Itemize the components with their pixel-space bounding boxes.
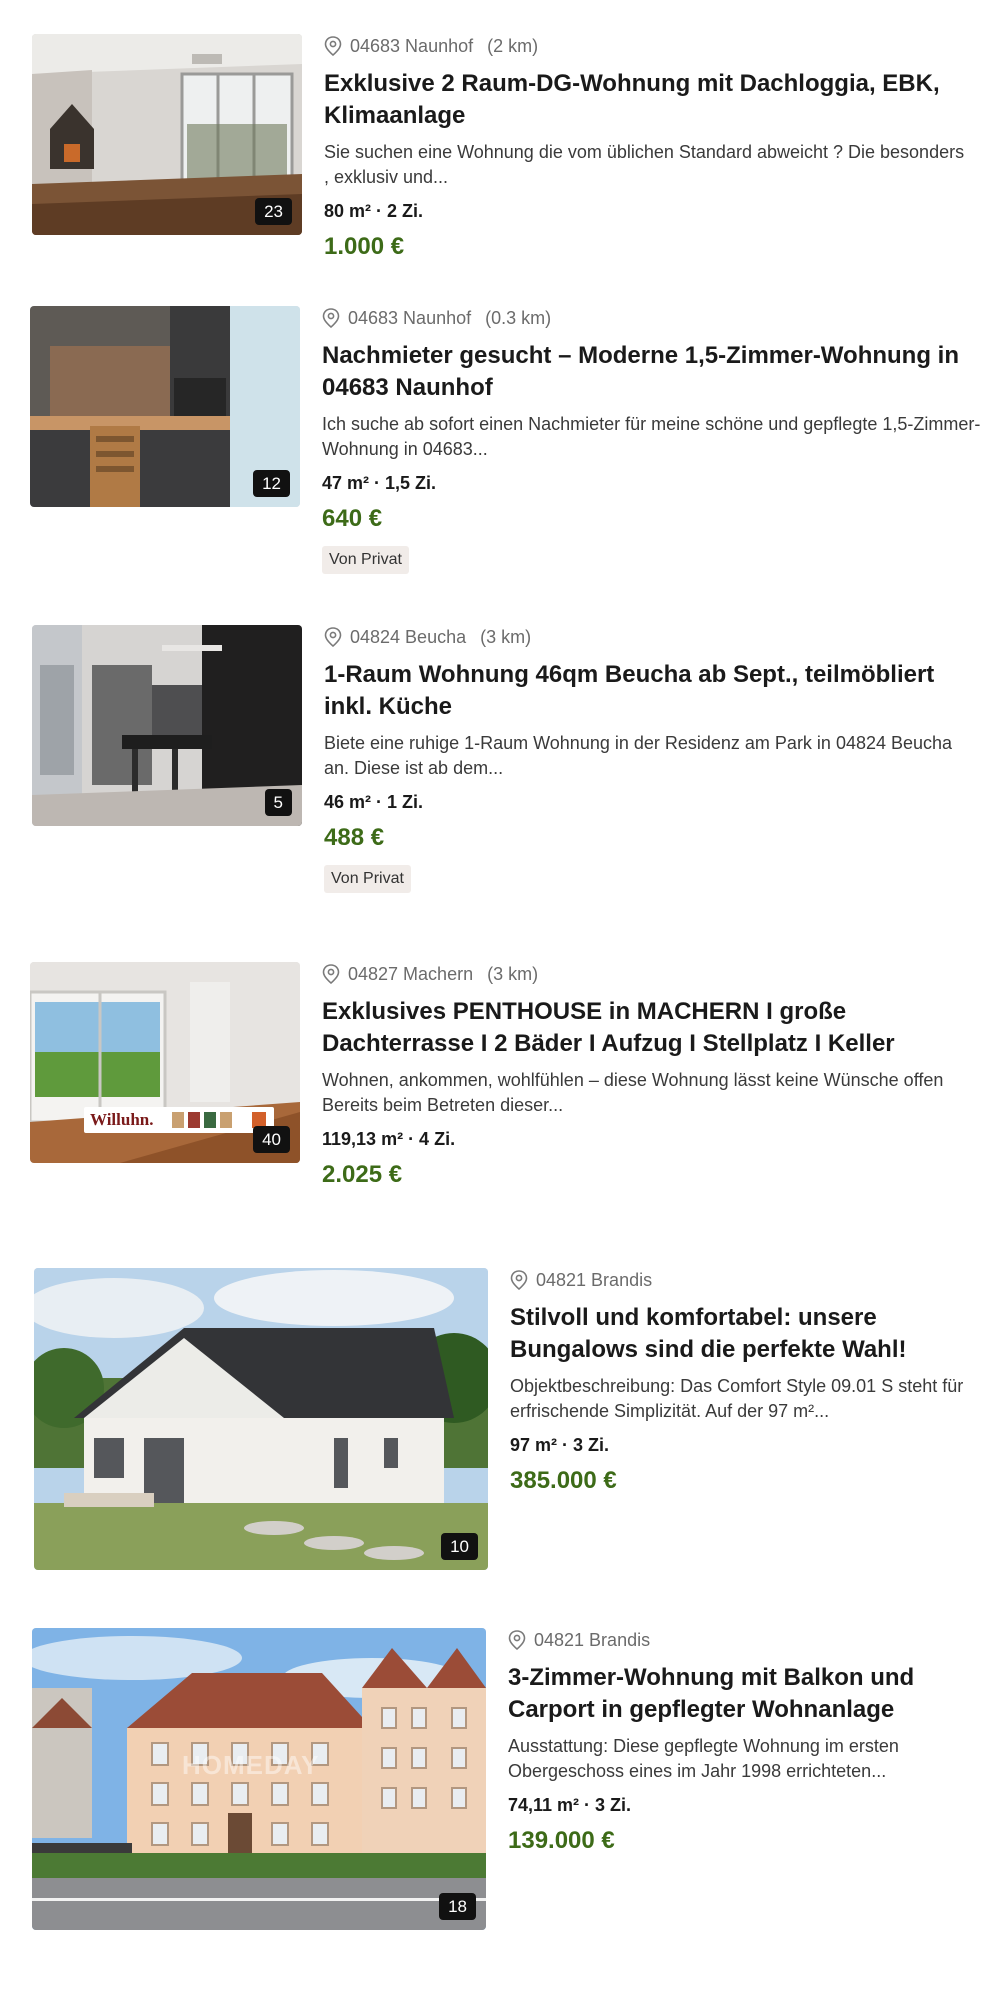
agency-logo-text: Willuhn. — [90, 1110, 154, 1129]
listing-title[interactable]: 1-Raum Wohnung 46qm Beucha ab Sept., tei… — [324, 659, 974, 723]
photo-count-badge: 18 — [439, 1893, 476, 1920]
logo-decoration — [172, 1112, 184, 1128]
listing-price: 1.000 € — [324, 233, 405, 260]
distance-text: (0.3 km) — [485, 307, 552, 328]
distance-text: (3 km) — [480, 626, 532, 647]
listing-info: 04821 Brandis Stilvoll und komfortabel: … — [510, 1268, 980, 1498]
seller-type-badge: Von Privat — [324, 865, 411, 893]
listing-title[interactable]: Nachmieter gesucht – Moderne 1,5-Zimmer-… — [322, 340, 982, 404]
location-pin-icon — [324, 627, 342, 647]
listing-info: 04827 Machern (3 km) Exklusives PENTHOUS… — [322, 962, 982, 1192]
listing-photo[interactable]: 5 — [32, 625, 302, 826]
listing-photo[interactable]: 10 — [34, 1268, 488, 1570]
listing-photo[interactable]: HOMEDAY 18 — [32, 1628, 486, 1930]
listing-info: 04824 Beucha (3 km) 1-Raum Wohnung 46qm … — [324, 625, 974, 893]
location-pin-icon — [324, 36, 342, 56]
listing-price: 139.000 € — [508, 1827, 615, 1854]
logo-decoration — [220, 1112, 232, 1128]
listing-location: 04821 Brandis — [510, 1268, 980, 1292]
location-text: 04821 Brandis — [536, 1269, 653, 1290]
listing-photo[interactable]: 23 — [32, 34, 302, 235]
listing-description: Objektbeschreibung: Das Comfort Style 09… — [510, 1376, 964, 1421]
location-text: 04824 Beucha — [350, 626, 467, 647]
listing-specs: 74,11 m² · 3 Zi. — [508, 1795, 632, 1815]
listing-specs: 80 m² · 2 Zi. — [324, 201, 424, 221]
listing-photo[interactable]: Willuhn. 40 — [30, 962, 300, 1163]
listing-description: Wohnen, ankommen, wohlfühlen – diese Woh… — [322, 1070, 944, 1115]
location-text: 04827 Machern — [348, 963, 474, 984]
listing-price: 2.025 € — [322, 1161, 403, 1188]
seller-type-badge: Von Privat — [322, 546, 409, 574]
agency-logo: Willuhn. — [84, 1107, 274, 1133]
location-text: 04683 Naunhof — [348, 307, 472, 328]
distance-text: (3 km) — [487, 963, 539, 984]
photo-count-badge: 40 — [253, 1126, 290, 1153]
location-pin-icon — [508, 1630, 526, 1650]
listing-price: 640 € — [322, 505, 383, 532]
listing-location: 04683 Naunhof (0.3 km) — [322, 306, 982, 330]
photo-count-badge: 5 — [264, 789, 292, 816]
listing-title[interactable]: 3-Zimmer-Wohnung mit Balkon und Carport … — [508, 1662, 978, 1726]
logo-decoration — [204, 1112, 216, 1128]
listing-info: 04683 Naunhof (0.3 km) Nachmieter gesuch… — [322, 306, 982, 574]
location-pin-icon — [322, 964, 340, 984]
listing-description: Sie suchen eine Wohnung die vom üblichen… — [324, 142, 965, 187]
listing-location: 04824 Beucha (3 km) — [324, 625, 974, 649]
listing-info: 04821 Brandis 3-Zimmer-Wohnung mit Balko… — [508, 1628, 978, 1858]
photo-count-badge: 23 — [255, 198, 292, 225]
listing-location: 04827 Machern (3 km) — [322, 962, 982, 986]
listing-specs: 119,13 m² · 4 Zi. — [322, 1129, 456, 1149]
listing-specs: 47 m² · 1,5 Zi. — [322, 473, 437, 493]
distance-text: (2 km) — [487, 35, 539, 56]
location-text: 04683 Naunhof — [350, 35, 474, 56]
location-text: 04821 Brandis — [534, 1629, 651, 1650]
listing-title[interactable]: Exklusives PENTHOUSE in MACHERN I große … — [322, 996, 982, 1060]
photo-count-badge: 10 — [441, 1533, 478, 1560]
listing-location: 04821 Brandis — [508, 1628, 978, 1652]
watermark: HOMEDAY — [182, 1750, 320, 1780]
listing-price: 385.000 € — [510, 1467, 617, 1494]
listing-location: 04683 Naunhof (2 km) — [324, 34, 974, 58]
photo-count-badge: 12 — [253, 470, 290, 497]
listing-specs: 97 m² · 3 Zi. — [510, 1435, 610, 1455]
listing-title[interactable]: Exklusive 2 Raum-DG-Wohnung mit Dachlogg… — [324, 68, 974, 132]
listing-title[interactable]: Stilvoll und komfortabel: unsere Bungalo… — [510, 1302, 980, 1366]
listing-info: 04683 Naunhof (2 km) Exklusive 2 Raum-DG… — [324, 34, 974, 264]
listing-description: Ausstattung: Diese gepflegte Wohnung im … — [508, 1736, 899, 1781]
logo-decoration — [188, 1112, 200, 1128]
listing-description: Biete eine ruhige 1-Raum Wohnung in der … — [324, 733, 953, 778]
location-pin-icon — [510, 1270, 528, 1290]
location-pin-icon — [322, 308, 340, 328]
listing-photo[interactable]: 12 — [30, 306, 300, 507]
listing-specs: 46 m² · 1 Zi. — [324, 792, 424, 812]
listing-description: Ich suche ab sofort einen Nachmieter für… — [322, 414, 981, 459]
listing-price: 488 € — [324, 824, 385, 851]
